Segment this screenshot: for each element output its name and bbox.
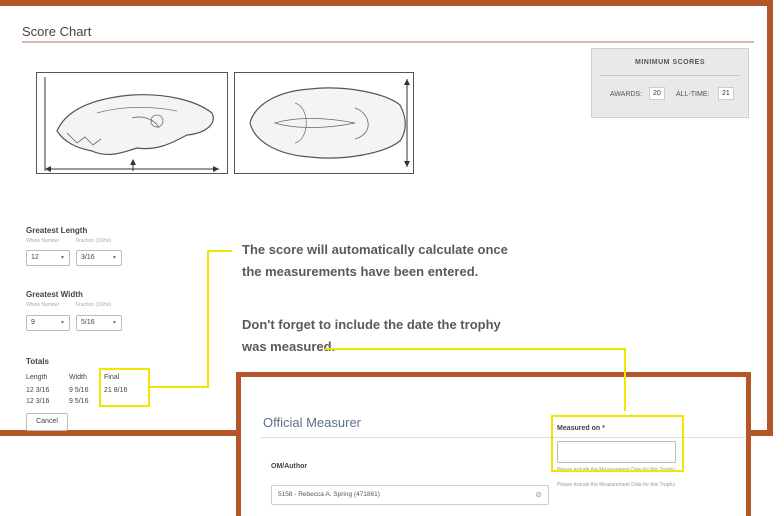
chevron-down-icon: ▾ xyxy=(60,320,64,326)
length-fraction-label: Fraction (16ths) xyxy=(76,238,112,244)
skull-top-view-image xyxy=(234,72,414,174)
measured-on-help-2: Please include the Measurement Date for … xyxy=(557,482,676,488)
totals-col-width: Width xyxy=(69,374,87,381)
width-whole-label: Whole Number xyxy=(26,302,60,308)
greatest-width-heading: Greatest Width xyxy=(26,290,83,299)
official-measurer-panel: Official Measurer Measured on * Please i… xyxy=(236,372,751,516)
measured-on-highlight xyxy=(551,415,684,472)
callout-connector xyxy=(325,348,625,350)
length-fraction-value: 3/16 xyxy=(81,254,95,261)
length-whole-label: Whole Number xyxy=(26,238,60,244)
length-fraction-select[interactable]: 3/16 ▾ xyxy=(76,250,122,266)
clear-icon[interactable]: ⊘ xyxy=(535,490,542,499)
date-callout-line1: Don't forget to include the date the tro… xyxy=(242,317,501,332)
totals-heading: Totals xyxy=(26,357,49,366)
width-whole-select[interactable]: 9 ▾ xyxy=(26,315,70,331)
cancel-button[interactable]: Cancel xyxy=(26,413,68,431)
totals-col-length: Length xyxy=(26,374,48,381)
totals-width-value-2: 9 5/16 xyxy=(69,398,89,405)
callout-connector xyxy=(207,250,232,252)
title-divider xyxy=(22,41,754,43)
chevron-down-icon: ▾ xyxy=(112,320,116,326)
width-fraction-select[interactable]: 5/16 ▾ xyxy=(76,315,122,331)
skull-side-view-image xyxy=(36,72,228,174)
date-callout-line2: was measured. xyxy=(242,339,336,354)
awards-label: AWARDS: xyxy=(610,91,643,98)
width-whole-value: 9 xyxy=(31,319,35,326)
callout-connector xyxy=(207,250,209,388)
totals-width-value: 9 5/16 xyxy=(69,387,89,394)
alltime-label: ALL-TIME: xyxy=(676,91,710,98)
page-title: Score Chart xyxy=(22,24,92,39)
om-author-value: 5158 - Rebecca A. Spring (471861) xyxy=(278,491,380,498)
callout-connector xyxy=(624,348,626,411)
length-whole-value: 12 xyxy=(31,254,39,261)
totals-length-value: 12 3/16 xyxy=(26,387,50,394)
score-callout-line1: The score will automatically calculate o… xyxy=(242,242,508,257)
chevron-down-icon: ▾ xyxy=(112,255,116,261)
minimum-scores-divider xyxy=(600,75,740,76)
minimum-scores-box: MINIMUM SCORES AWARDS: 20 ALL-TIME: 21 xyxy=(591,48,749,118)
final-score-highlight xyxy=(99,368,150,407)
awards-value: 20 xyxy=(649,87,665,100)
chevron-down-icon: ▾ xyxy=(60,255,64,261)
om-author-select[interactable]: 5158 - Rebecca A. Spring (471861) ⊘ xyxy=(271,485,549,505)
totals-length-value-2: 12 3/16 xyxy=(26,398,50,405)
alltime-value: 21 xyxy=(718,87,734,100)
width-fraction-value: 5/16 xyxy=(81,319,95,326)
length-whole-select[interactable]: 12 ▾ xyxy=(26,250,70,266)
callout-connector xyxy=(150,386,208,388)
greatest-length-heading: Greatest Length xyxy=(26,226,88,235)
width-fraction-label: Fraction (16ths) xyxy=(76,302,112,308)
official-measurer-title: Official Measurer xyxy=(263,415,362,430)
minimum-scores-heading: MINIMUM SCORES xyxy=(635,59,705,66)
om-author-label: OM/Author xyxy=(271,463,308,470)
score-callout-line2: the measurements have been entered. xyxy=(242,264,479,279)
